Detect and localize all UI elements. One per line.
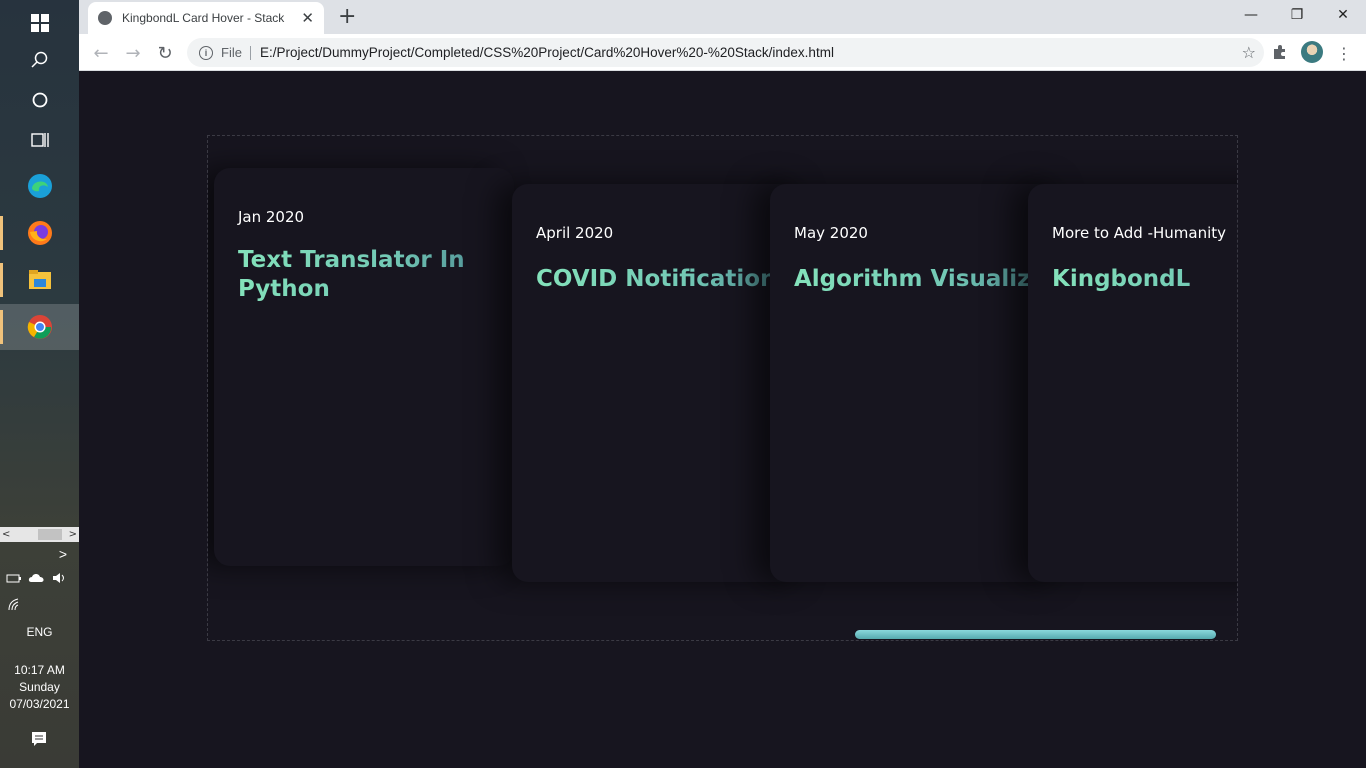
battery-icon[interactable] [6, 571, 22, 585]
card-title: Text Translator In Python [238, 246, 490, 304]
chrome-icon[interactable] [0, 304, 79, 350]
card-1[interactable]: Jan 2020 Text Translator In Python [214, 168, 514, 566]
edge-icon[interactable] [0, 163, 79, 209]
browser-tab-strip: KingbondL Card Hover - Stack ✕ + — ❐ ✕ [79, 0, 1366, 34]
browser-toolbar: ← → ↻ i File E:/Project/DummyProject/Com… [79, 34, 1366, 71]
tab-title: KingbondL Card Hover - Stack [122, 11, 285, 25]
close-window-button[interactable]: ✕ [1320, 0, 1366, 30]
show-hidden-icons-chevron[interactable]: > [0, 546, 79, 562]
windows-taskbar: < > > ENG 10:17 AM Sunday 07/03/2021 [0, 0, 79, 768]
clock-day[interactable]: Sunday [0, 680, 79, 694]
notification-center-icon[interactable] [31, 731, 47, 747]
card-title: Algorithm Visualizer [794, 266, 1058, 292]
volume-icon[interactable] [52, 571, 68, 585]
card-4[interactable]: More to Add -Humanity KingbondL [1028, 184, 1237, 582]
card-date: Jan 2020 [238, 208, 305, 226]
tray-icons [6, 571, 68, 585]
task-view-icon[interactable] [0, 117, 79, 163]
page-content: Jan 2020 Text Translator In Python April… [79, 71, 1366, 768]
card-title: KingbondL [1052, 265, 1237, 294]
url-text[interactable]: E:/Project/DummyProject/Completed/CSS%20… [260, 45, 834, 60]
address-bar[interactable]: i File E:/Project/DummyProject/Completed… [187, 38, 1264, 67]
extensions-puzzle-icon[interactable] [1272, 44, 1288, 60]
browser-tab[interactable]: KingbondL Card Hover - Stack ✕ [88, 2, 324, 34]
horizontal-scrollbar-thumb[interactable] [855, 630, 1216, 639]
file-explorer-icon[interactable] [0, 257, 79, 303]
onedrive-icon[interactable] [28, 571, 46, 585]
language-indicator[interactable]: ENG [0, 625, 79, 639]
card-3[interactable]: May 2020 Algorithm Visualizer [770, 184, 1070, 582]
card-date: May 2020 [794, 224, 868, 242]
scroll-left-arrow[interactable]: < [2, 529, 10, 540]
wifi-icon[interactable] [8, 597, 24, 611]
restore-button[interactable]: ❐ [1274, 0, 1320, 30]
minimize-button[interactable]: — [1228, 0, 1274, 30]
scroll-thumb[interactable] [38, 529, 62, 540]
card-stack-container[interactable]: Jan 2020 Text Translator In Python April… [207, 135, 1238, 641]
new-tab-button[interactable]: + [338, 4, 356, 29]
firefox-icon[interactable] [0, 210, 79, 256]
tab-close-icon[interactable]: ✕ [301, 9, 314, 27]
scheme-label: File [221, 45, 251, 60]
bookmark-star-icon[interactable]: ☆ [1242, 43, 1256, 62]
clock-date[interactable]: 07/03/2021 [0, 697, 79, 711]
card-date: More to Add -Humanity [1052, 224, 1227, 242]
scroll-right-arrow[interactable]: > [69, 529, 77, 540]
forward-button[interactable]: → [120, 40, 146, 66]
taskbar-scrollbar[interactable]: < > [0, 527, 79, 542]
globe-icon [98, 11, 112, 25]
reload-button[interactable]: ↻ [152, 40, 178, 66]
card-2[interactable]: April 2020 COVID Notifications [512, 184, 812, 582]
back-button[interactable]: ← [88, 40, 114, 66]
card-title: COVID Notifications [536, 266, 791, 292]
profile-avatar[interactable] [1301, 41, 1323, 63]
card-date: April 2020 [536, 224, 614, 242]
site-info-icon[interactable]: i [199, 45, 213, 60]
clock-time[interactable]: 10:17 AM [0, 663, 79, 677]
browser-menu-icon[interactable]: ⋮ [1331, 40, 1357, 66]
